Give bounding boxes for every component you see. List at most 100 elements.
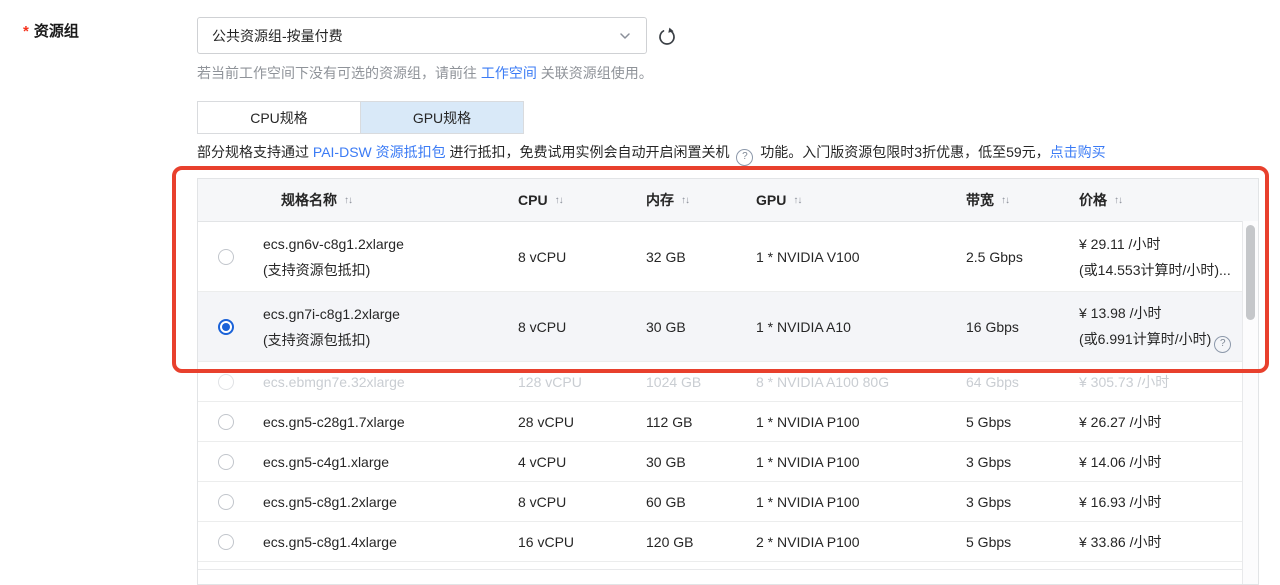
header-cell: CPU ↑↓: [498, 192, 623, 208]
resource-selection-page: * 资源组 公共资源组-按量付费 若当前工作空间下没有可选的资源组，请前往 工作空…: [0, 0, 1280, 585]
price-help-icon[interactable]: ?: [1214, 336, 1231, 353]
notice-text-1: 部分规格支持通过: [197, 144, 313, 160]
resource-group-select[interactable]: 公共资源组-按量付费: [197, 17, 647, 54]
table-row[interactable]: ecs.ebmgn7e.32xlarge 128 vCPU 1024 GB 8 …: [198, 362, 1258, 402]
sort-icon[interactable]: ↑↓: [681, 195, 689, 206]
cell-price: ¥ 305.73 /小时: [1059, 369, 1258, 395]
header-cell: 内存 ↑↓: [623, 190, 743, 210]
header-cell-label: GPU: [756, 192, 786, 208]
cell-bandwidth: 3 Gbps: [943, 489, 1059, 515]
cell-cpu: 4 vCPU: [498, 449, 623, 475]
chevron-down-icon: [618, 29, 632, 43]
radio-button[interactable]: [218, 534, 234, 550]
cell-spec-name: ecs.ebmgn7e.32xlarge: [253, 369, 498, 395]
refresh-button[interactable]: [655, 25, 679, 49]
notice-text-3: 功能。入门版资源包限时3折优惠，低至59元，: [756, 144, 1049, 160]
resource-group-label-text: 资源组: [34, 23, 79, 40]
cell-cpu: 8 vCPU: [498, 489, 623, 515]
header-cell-label: 内存: [646, 190, 674, 210]
radio-button[interactable]: [218, 454, 234, 470]
sort-icon[interactable]: ↑↓: [1114, 195, 1122, 206]
header-cell-label: 带宽: [966, 190, 994, 210]
header-cell-label: 价格: [1079, 190, 1107, 210]
cell-spec-name: ecs.gn5-c8g1.4xlarge: [253, 529, 498, 555]
radio-button[interactable]: [218, 494, 234, 510]
cell-price: ¥ 14.06 /小时: [1059, 449, 1258, 475]
cell-spec-name: ecs.gn5-c28g1.7xlarge: [253, 409, 498, 435]
buy-now-link[interactable]: 点击购买: [1050, 144, 1106, 160]
cell-gpu: 1 * NVIDIA P100: [743, 449, 943, 475]
table-row[interactable]: ecs.gn5-c4g1.xlarge 4 vCPU 30 GB 1 * NVI…: [198, 442, 1258, 482]
cell-bandwidth: 64 Gbps: [943, 369, 1059, 395]
table-body: ecs.gn6v-c8g1.2xlarge (支持资源包抵扣) 8 vCPU 3…: [198, 222, 1258, 562]
cell-memory: 30 GB: [623, 314, 743, 340]
cell-price: ¥ 33.86 /小时: [1059, 529, 1258, 555]
tab-cpu-spec[interactable]: CPU规格: [198, 102, 360, 133]
price-compute-hours: (或14.553计算时/小时)...: [1079, 262, 1231, 278]
header-cell-label: 规格名称: [281, 190, 337, 210]
radio-button[interactable]: [218, 374, 234, 390]
cell-cpu: 16 vCPU: [498, 529, 623, 555]
table-divider: [198, 569, 1243, 570]
sort-icon[interactable]: ↑↓: [555, 195, 563, 206]
cell-memory: 30 GB: [623, 449, 743, 475]
cell-cpu: 8 vCPU: [498, 314, 623, 340]
spec-name: ecs.gn5-c8g1.4xlarge: [263, 529, 498, 555]
cell-bandwidth: 3 Gbps: [943, 449, 1059, 475]
question-circle-icon[interactable]: ?: [736, 149, 753, 166]
price-per-hour: ¥ 33.86 /小时: [1079, 529, 1258, 555]
cell-cpu: 128 vCPU: [498, 369, 623, 395]
workspace-link[interactable]: 工作空间: [481, 65, 537, 81]
cell-spec-name: ecs.gn5-c8g1.2xlarge: [253, 489, 498, 515]
cell-spec-name: ecs.gn6v-c8g1.2xlarge (支持资源包抵扣): [253, 231, 498, 283]
resource-group-label: * 资源组: [23, 20, 79, 41]
table-row[interactable]: ecs.gn7i-c8g1.2xlarge (支持资源包抵扣) 8 vCPU 3…: [198, 292, 1258, 362]
cell-price: ¥ 13.98 /小时 (或6.991计算时/小时)?: [1059, 300, 1258, 353]
price-compute-hours: (或6.991计算时/小时): [1079, 331, 1211, 347]
spec-name: ecs.ebmgn7e.32xlarge: [263, 369, 498, 395]
spec-tabs: CPU规格 GPU规格: [197, 101, 524, 134]
cell-gpu: 2 * NVIDIA P100: [743, 529, 943, 555]
radio-button[interactable]: [218, 249, 234, 265]
cell-memory: 112 GB: [623, 409, 743, 435]
price-per-hour: ¥ 16.93 /小时: [1079, 489, 1258, 515]
table-header: 规格名称 ↑↓ CPU ↑↓ 内存 ↑↓ GPU ↑↓ 带宽 ↑↓ 价格 ↑↓: [198, 179, 1258, 222]
cell-bandwidth: 16 Gbps: [943, 314, 1059, 340]
price-per-hour: ¥ 29.11 /小时: [1079, 231, 1258, 257]
price-per-hour: ¥ 26.27 /小时: [1079, 409, 1258, 435]
select-value: 公共资源组-按量付费: [212, 26, 343, 46]
cell-cpu: 28 vCPU: [498, 409, 623, 435]
cell-price: ¥ 26.27 /小时: [1059, 409, 1258, 435]
cell-memory: 1024 GB: [623, 369, 743, 395]
table-row[interactable]: ecs.gn5-c8g1.2xlarge 8 vCPU 60 GB 1 * NV…: [198, 482, 1258, 522]
hint-text-pre: 若当前工作空间下没有可选的资源组，请前往: [197, 65, 481, 81]
spec-name-note: (支持资源包抵扣): [263, 257, 498, 283]
tab-gpu-spec[interactable]: GPU规格: [360, 102, 523, 133]
header-cell: 价格 ↑↓: [1059, 190, 1258, 210]
header-cell: 带宽 ↑↓: [943, 190, 1059, 210]
cell-spec-name: ecs.gn7i-c8g1.2xlarge (支持资源包抵扣): [253, 301, 498, 353]
deduction-notice: 部分规格支持通过 PAI-DSW 资源抵扣包 进行抵扣，免费试用实例会自动开启闲…: [197, 142, 1106, 166]
scrollbar-thumb[interactable]: [1246, 225, 1255, 320]
cell-price: ¥ 16.93 /小时: [1059, 489, 1258, 515]
refresh-icon: [656, 26, 678, 48]
cell-bandwidth: 5 Gbps: [943, 529, 1059, 555]
sort-icon[interactable]: ↑↓: [344, 195, 352, 206]
sort-icon[interactable]: ↑↓: [793, 195, 801, 206]
radio-button[interactable]: [218, 414, 234, 430]
table-row[interactable]: ecs.gn5-c28g1.7xlarge 28 vCPU 112 GB 1 *…: [198, 402, 1258, 442]
table-row[interactable]: ecs.gn6v-c8g1.2xlarge (支持资源包抵扣) 8 vCPU 3…: [198, 222, 1258, 292]
required-asterisk: *: [23, 23, 29, 40]
radio-button[interactable]: [218, 319, 234, 335]
price-per-hour: ¥ 305.73 /小时: [1079, 369, 1258, 395]
cell-memory: 60 GB: [623, 489, 743, 515]
price-alt-line: (或6.991计算时/小时)?: [1079, 326, 1258, 353]
price-alt-line: (或14.553计算时/小时)...: [1079, 257, 1258, 283]
spec-name: ecs.gn5-c8g1.2xlarge: [263, 489, 498, 515]
sort-icon[interactable]: ↑↓: [1001, 195, 1009, 206]
cell-gpu: 1 * NVIDIA A10: [743, 314, 943, 340]
table-row[interactable]: ecs.gn5-c8g1.4xlarge 16 vCPU 120 GB 2 * …: [198, 522, 1258, 562]
cell-memory: 120 GB: [623, 529, 743, 555]
spec-name: ecs.gn5-c28g1.7xlarge: [263, 409, 498, 435]
deduction-package-link[interactable]: PAI-DSW 资源抵扣包: [313, 144, 446, 160]
